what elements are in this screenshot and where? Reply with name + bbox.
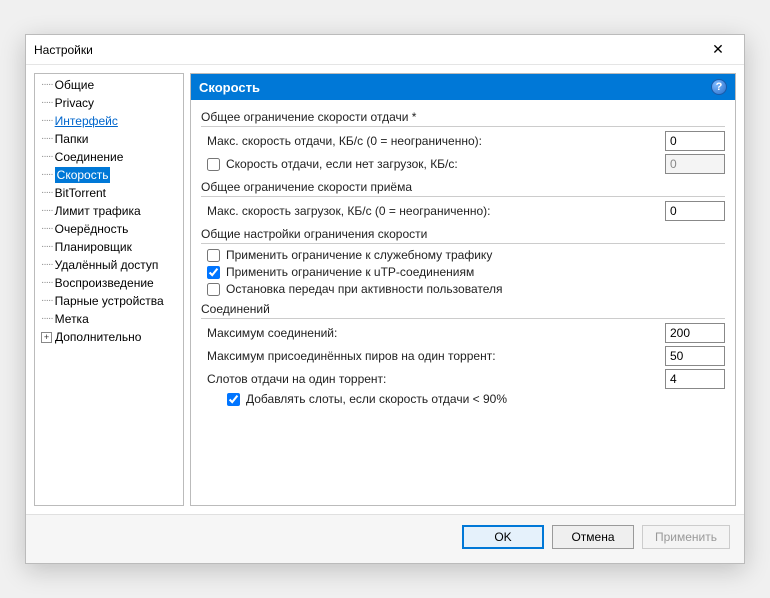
input-upload-max[interactable] bbox=[665, 131, 725, 151]
tree-item-4[interactable]: ·····Соединение bbox=[35, 148, 183, 166]
tree-item-label: Соединение bbox=[55, 149, 124, 165]
checkbox-utp[interactable] bbox=[207, 266, 220, 279]
tree-item-14[interactable]: +Дополнительно bbox=[35, 328, 183, 346]
panel-header: Скорость ? bbox=[191, 74, 735, 100]
tree-dots-icon: ····· bbox=[41, 95, 53, 111]
tree-item-label: BitTorrent bbox=[55, 185, 106, 201]
tree-dots-icon: ····· bbox=[41, 221, 53, 237]
close-icon: ✕ bbox=[712, 41, 724, 58]
group-settings-title: Общие настройки ограничения скорости bbox=[201, 227, 725, 244]
footer: OK Отмена Применить bbox=[26, 514, 744, 563]
dialog-body: ·····Общие·····Privacy·····Интерфейс····… bbox=[26, 65, 744, 514]
tree-dots-icon: ····· bbox=[41, 239, 53, 255]
row-download-max: Макс. скорость загрузок, КБ/с (0 = неогр… bbox=[201, 201, 725, 221]
tree-item-label: Парные устройства bbox=[55, 293, 164, 309]
tree-item-label: Воспроизведение bbox=[55, 275, 154, 291]
tree-item-label: Privacy bbox=[55, 95, 94, 111]
label-add-slots: Добавлять слоты, если скорость отдачи < … bbox=[246, 392, 725, 406]
close-button[interactable]: ✕ bbox=[700, 36, 736, 64]
tree-item-0[interactable]: ·····Общие bbox=[35, 76, 183, 94]
tree-item-label: Дополнительно bbox=[55, 329, 141, 345]
tree-item-label: Лимит трафика bbox=[55, 203, 141, 219]
tree-item-8[interactable]: ·····Очерёдность bbox=[35, 220, 183, 238]
input-upload-alt bbox=[665, 154, 725, 174]
tree-dots-icon: ····· bbox=[41, 131, 53, 147]
tree-dots-icon: ····· bbox=[41, 113, 53, 129]
tree-item-7[interactable]: ·····Лимит трафика bbox=[35, 202, 183, 220]
panel-title: Скорость bbox=[199, 80, 260, 95]
input-max-peers[interactable] bbox=[665, 346, 725, 366]
tree-item-label: Удалённый доступ bbox=[55, 257, 159, 273]
ok-button[interactable]: OK bbox=[462, 525, 544, 549]
checkbox-add-slots[interactable] bbox=[227, 393, 240, 406]
tree-item-label: Очерёдность bbox=[55, 221, 129, 237]
category-tree[interactable]: ·····Общие·····Privacy·····Интерфейс····… bbox=[34, 73, 184, 506]
tree-dots-icon: ····· bbox=[41, 275, 53, 291]
label-slots: Слотов отдачи на один торрент: bbox=[207, 372, 665, 386]
tree-item-label: Скорость bbox=[55, 167, 111, 183]
tree-dots-icon: ····· bbox=[41, 311, 53, 327]
tree-item-3[interactable]: ·····Папки bbox=[35, 130, 183, 148]
tree-item-2[interactable]: ·····Интерфейс bbox=[35, 112, 183, 130]
tree-item-10[interactable]: ·····Удалённый доступ bbox=[35, 256, 183, 274]
label-upload-max: Макс. скорость отдачи, КБ/с (0 = неогран… bbox=[207, 134, 665, 148]
label-download-max: Макс. скорость загрузок, КБ/с (0 = неогр… bbox=[207, 204, 665, 218]
tree-dots-icon: ····· bbox=[41, 149, 53, 165]
tree-dots-icon: ····· bbox=[41, 167, 53, 183]
cancel-button[interactable]: Отмена bbox=[552, 525, 634, 549]
row-overhead: Применить ограничение к служебному трафи… bbox=[201, 248, 725, 262]
label-pause: Остановка передач при активности пользов… bbox=[226, 282, 725, 296]
row-upload-alt: Скорость отдачи, если нет загрузок, КБ/с… bbox=[201, 154, 725, 174]
tree-item-label: Планировщик bbox=[55, 239, 132, 255]
tree-dots-icon: ····· bbox=[41, 257, 53, 273]
row-upload-max: Макс. скорость отдачи, КБ/с (0 = неогран… bbox=[201, 131, 725, 151]
label-utp: Применить ограничение к uTP-соединениям bbox=[226, 265, 725, 279]
apply-button[interactable]: Применить bbox=[642, 525, 730, 549]
window-title: Настройки bbox=[34, 43, 700, 57]
label-max-conn: Максимум соединений: bbox=[207, 326, 665, 340]
checkbox-overhead[interactable] bbox=[207, 249, 220, 262]
checkbox-upload-alt[interactable] bbox=[207, 158, 220, 171]
label-upload-alt: Скорость отдачи, если нет загрузок, КБ/с… bbox=[226, 157, 665, 171]
row-pause: Остановка передач при активности пользов… bbox=[201, 282, 725, 296]
titlebar: Настройки ✕ bbox=[26, 35, 744, 65]
tree-item-5[interactable]: ·····Скорость bbox=[35, 166, 183, 184]
tree-item-12[interactable]: ·····Парные устройства bbox=[35, 292, 183, 310]
tree-item-label: Папки bbox=[55, 131, 89, 147]
checkbox-pause[interactable] bbox=[207, 283, 220, 296]
tree-dots-icon: ····· bbox=[41, 77, 53, 93]
tree-dots-icon: ····· bbox=[41, 293, 53, 309]
row-max-peers: Максимум присоединённых пиров на один то… bbox=[201, 346, 725, 366]
tree-item-label: Интерфейс bbox=[55, 113, 118, 129]
tree-item-13[interactable]: ·····Метка bbox=[35, 310, 183, 328]
tree-dots-icon: ····· bbox=[41, 203, 53, 219]
input-max-conn[interactable] bbox=[665, 323, 725, 343]
tree-item-label: Общие bbox=[55, 77, 94, 93]
label-overhead: Применить ограничение к служебному трафи… bbox=[226, 248, 725, 262]
label-max-peers: Максимум присоединённых пиров на один то… bbox=[207, 349, 665, 363]
group-upload-title: Общее ограничение скорости отдачи * bbox=[201, 110, 725, 127]
group-download-title: Общее ограничение скорости приёма bbox=[201, 180, 725, 197]
settings-window: Настройки ✕ ·····Общие·····Privacy·····И… bbox=[25, 34, 745, 564]
tree-item-9[interactable]: ·····Планировщик bbox=[35, 238, 183, 256]
row-slots: Слотов отдачи на один торрент: bbox=[201, 369, 725, 389]
row-utp: Применить ограничение к uTP-соединениям bbox=[201, 265, 725, 279]
input-slots[interactable] bbox=[665, 369, 725, 389]
row-max-conn: Максимум соединений: bbox=[201, 323, 725, 343]
group-connections-title: Соединений bbox=[201, 302, 725, 319]
panel-content: Общее ограничение скорости отдачи * Макс… bbox=[191, 100, 735, 505]
help-icon[interactable]: ? bbox=[711, 79, 727, 95]
input-download-max[interactable] bbox=[665, 201, 725, 221]
tree-item-6[interactable]: ·····BitTorrent bbox=[35, 184, 183, 202]
tree-dots-icon: ····· bbox=[41, 185, 53, 201]
tree-item-1[interactable]: ·····Privacy bbox=[35, 94, 183, 112]
settings-panel: Скорость ? Общее ограничение скорости от… bbox=[190, 73, 736, 506]
row-add-slots: Добавлять слоты, если скорость отдачи < … bbox=[201, 392, 725, 406]
tree-item-11[interactable]: ·····Воспроизведение bbox=[35, 274, 183, 292]
expand-icon[interactable]: + bbox=[41, 332, 52, 343]
tree-item-label: Метка bbox=[55, 311, 89, 327]
